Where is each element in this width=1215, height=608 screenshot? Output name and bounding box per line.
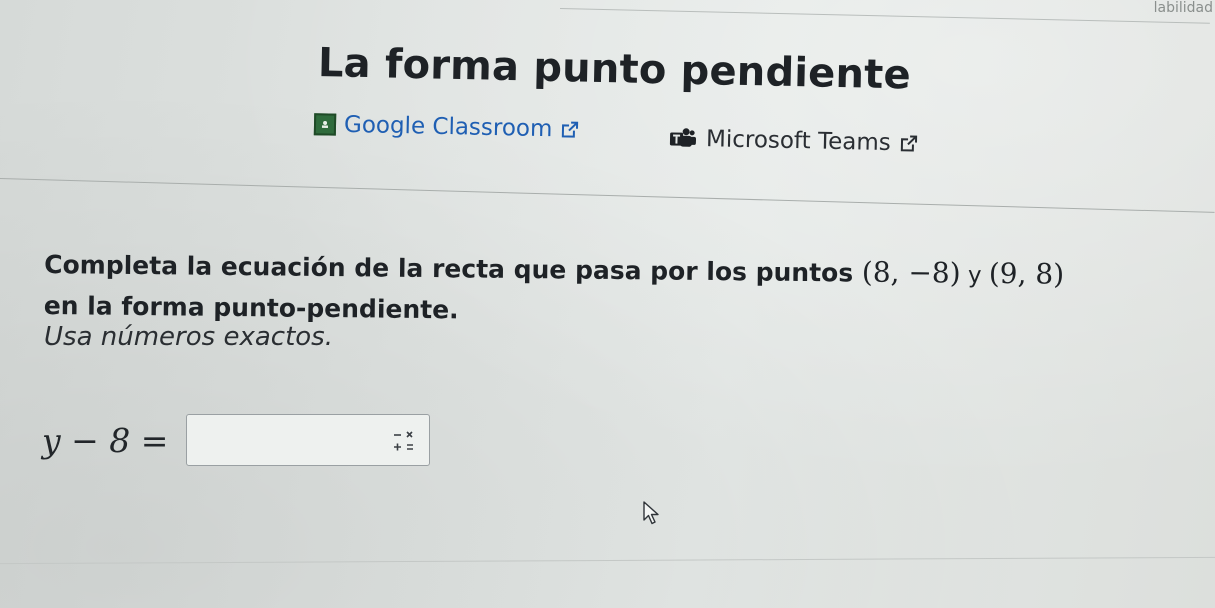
- microsoft-teams-label: Microsoft Teams: [705, 126, 892, 157]
- google-classroom-link[interactable]: Google Classroom: [313, 111, 581, 143]
- mouse-pointer-icon: [642, 500, 662, 530]
- conjunction: y: [960, 262, 989, 289]
- external-link-icon: [560, 119, 580, 139]
- google-classroom-icon: [313, 113, 337, 136]
- google-classroom-label: Google Classroom: [343, 111, 553, 143]
- point-one: (8, −8): [861, 255, 961, 290]
- microsoft-teams-icon: [668, 126, 697, 151]
- answer-input[interactable]: [191, 419, 376, 461]
- corner-text: labilidad: [1153, 0, 1213, 16]
- point-two: (9, 8): [988, 256, 1065, 291]
- microsoft-teams-link[interactable]: Microsoft Teams: [668, 125, 919, 156]
- answer-box[interactable]: [186, 414, 431, 466]
- math-keypad-icon[interactable]: [391, 428, 417, 454]
- top-border: [559, 8, 1210, 24]
- exact-numbers-hint: Usa números exactos.: [44, 322, 333, 352]
- section-divider: [0, 178, 1215, 213]
- bottom-border: [0, 556, 1215, 565]
- page-title: La forma punto pendiente: [317, 40, 912, 99]
- question-text: Completa la ecuación de la recta que pas…: [44, 250, 863, 288]
- equation-lhs: y − 8 =: [42, 420, 169, 460]
- equation-row: y − 8 =: [42, 414, 431, 466]
- external-link-icon: [899, 133, 919, 153]
